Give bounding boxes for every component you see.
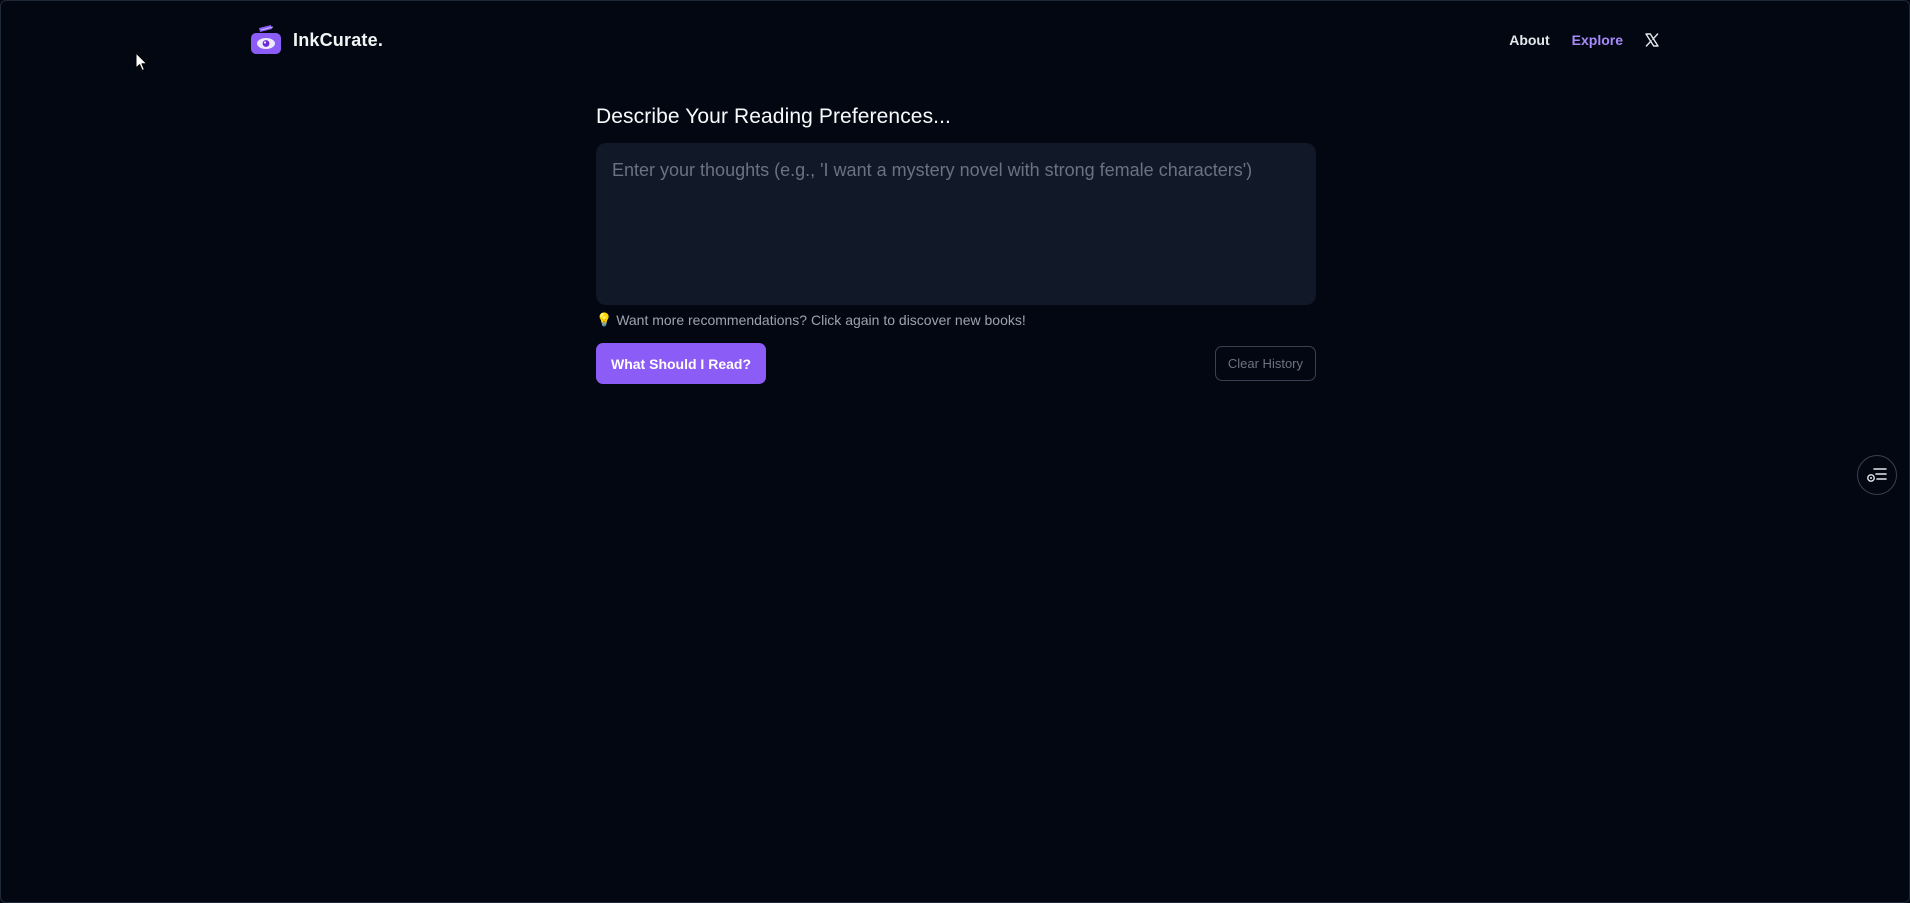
recommendation-hint: 💡 Want more recommendations? Click again…	[596, 312, 1316, 328]
floating-history-button[interactable]	[1857, 455, 1897, 495]
brand-link[interactable]: InkCurate.	[250, 25, 383, 55]
x-icon	[1645, 33, 1659, 47]
brand-name: InkCurate.	[293, 29, 384, 50]
lightbulb-icon: 💡	[596, 312, 613, 327]
nav-links: About Explore	[1509, 32, 1659, 48]
top-navbar: InkCurate. About Explore	[250, 23, 1659, 57]
preferences-textarea[interactable]	[596, 143, 1316, 305]
nav-about-link[interactable]: About	[1509, 32, 1549, 48]
page-title: Describe Your Reading Preferences...	[596, 105, 951, 128]
book-eye-logo-icon	[251, 25, 281, 54]
nav-explore-link[interactable]: Explore	[1572, 32, 1623, 48]
hint-text: Want more recommendations? Click again t…	[616, 312, 1026, 328]
preferences-panel: Describe Your Reading Preferences... 💡 W…	[596, 105, 1316, 384]
list-settings-icon	[1867, 468, 1887, 482]
what-should-i-read-button[interactable]: What Should I Read?	[596, 343, 766, 384]
action-row: What Should I Read? Clear History	[596, 343, 1316, 384]
x-social-link[interactable]	[1645, 33, 1659, 47]
clear-history-button[interactable]: Clear History	[1214, 346, 1316, 381]
app-window: InkCurate. About Explore Describe Your R…	[0, 0, 1910, 903]
mouse-cursor-icon	[135, 52, 148, 71]
